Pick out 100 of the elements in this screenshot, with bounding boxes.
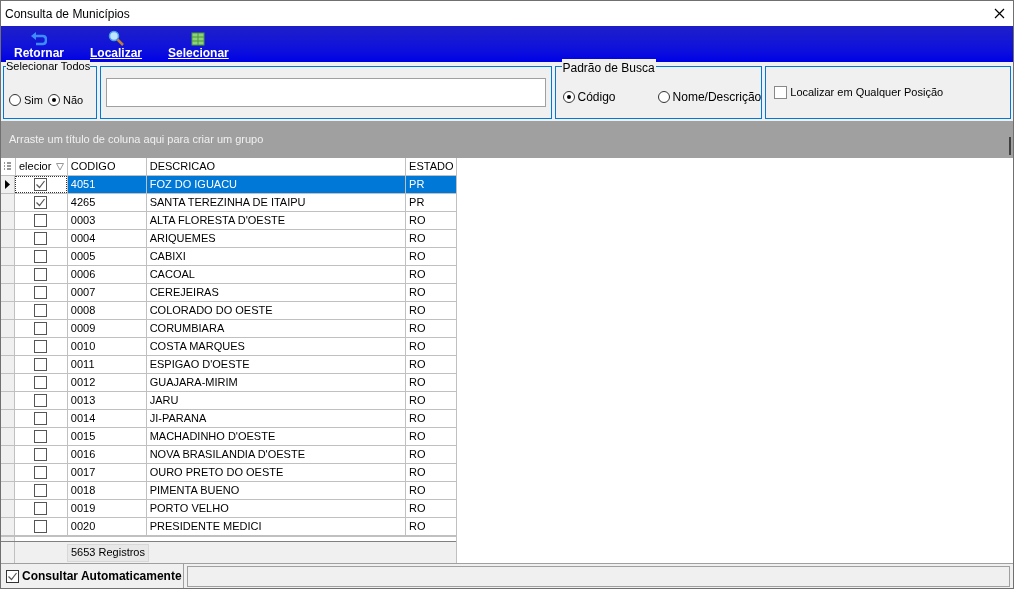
table-cell: 0005: [66, 248, 146, 265]
radio-option[interactable]: Nome/Descrição: [657, 88, 762, 106]
table-cell: RO: [405, 410, 456, 427]
checkbox[interactable]: [6, 569, 19, 583]
table-row[interactable]: 0015 MACHADINHO D'OESTE RO: [1, 428, 456, 446]
table-cell: RO: [405, 212, 456, 229]
table-cell: ESPIGAO D'OESTE: [145, 356, 406, 373]
column-header[interactable]: elecior: [14, 158, 67, 175]
checkbox[interactable]: [34, 394, 48, 407]
table-row[interactable]: 4051 FOZ DO IGUACU PR: [1, 176, 456, 194]
checkbox[interactable]: [34, 268, 48, 281]
table-cell: RO: [405, 446, 456, 463]
table-cell: JI-PARANA: [145, 410, 406, 427]
table-cell: 0006: [66, 266, 146, 283]
checkbox[interactable]: [34, 178, 48, 191]
table-row[interactable]: 0010 COSTA MARQUES RO: [1, 338, 456, 356]
table-cell: RO: [405, 374, 456, 391]
table-row[interactable]: 0008 COLORADO DO OESTE RO: [1, 302, 456, 320]
checkbox[interactable]: [774, 86, 788, 99]
checkbox[interactable]: [34, 304, 48, 317]
checkbox[interactable]: [34, 232, 48, 245]
checkbox[interactable]: [34, 322, 48, 335]
toolbar-button[interactable]: Retornar: [13, 30, 65, 60]
checkbox[interactable]: [34, 358, 48, 371]
table-cell: 0020: [66, 518, 146, 535]
checkbox[interactable]: [34, 412, 48, 425]
table-cell: CABIXI: [145, 248, 406, 265]
table-cell: PORTO VELHO: [145, 500, 406, 517]
radio-option[interactable]: Não: [47, 91, 84, 108]
record-count: 5653 Registros: [67, 543, 149, 562]
checkbox[interactable]: [34, 448, 48, 461]
table-cell: 0016: [66, 446, 146, 463]
radio-button[interactable]: [9, 93, 21, 106]
grid-icon: [191, 32, 206, 46]
checkbox[interactable]: [34, 340, 48, 353]
column-chooser-icon[interactable]: [4, 162, 12, 171]
radio-option[interactable]: Sim: [9, 91, 43, 108]
checkbox[interactable]: [34, 466, 48, 479]
table-row[interactable]: 0011 ESPIGAO D'OESTE RO: [1, 356, 456, 374]
table-cell: SANTA TEREZINHA DE ITAIPU: [145, 194, 406, 211]
table-row[interactable]: 0006 CACOAL RO: [1, 266, 456, 284]
table-cell: 0008: [66, 302, 146, 319]
table-row[interactable]: 4265 SANTA TEREZINHA DE ITAIPU PR: [1, 194, 456, 212]
table-cell: OURO PRETO DO OESTE: [145, 464, 406, 481]
table-cell: 0015: [66, 428, 146, 445]
table-row[interactable]: 0009 CORUMBIARA RO: [1, 320, 456, 338]
table-cell: RO: [405, 230, 456, 247]
table-row[interactable]: 0014 JI-PARANA RO: [1, 410, 456, 428]
table-cell: RO: [405, 500, 456, 517]
table-cell: CORUMBIARA: [145, 320, 406, 337]
table-cell: 0010: [66, 338, 146, 355]
table-cell: RO: [405, 284, 456, 301]
table-cell: RO: [405, 248, 456, 265]
table-cell: JARU: [145, 392, 406, 409]
checkbox[interactable]: [34, 376, 48, 389]
checkbox[interactable]: [34, 250, 48, 263]
table-row[interactable]: 0017 OURO PRETO DO OESTE RO: [1, 464, 456, 482]
radio-option[interactable]: Código: [562, 88, 616, 106]
table-row[interactable]: 0005 CABIXI RO: [1, 248, 456, 266]
table-row[interactable]: 0003 ALTA FLORESTA D'OESTE RO: [1, 212, 456, 230]
checkbox[interactable]: [34, 214, 48, 227]
checkbox[interactable]: [34, 196, 48, 209]
toolbar-button[interactable]: Localizar: [89, 30, 144, 60]
checkbox[interactable]: [34, 484, 48, 497]
table-cell: RO: [405, 518, 456, 535]
table-row[interactable]: 0004 ARIQUEMES RO: [1, 230, 456, 248]
checkbox[interactable]: [34, 286, 48, 299]
column-header[interactable]: CODIGO: [66, 158, 146, 175]
radio-button[interactable]: [562, 91, 575, 103]
table-row[interactable]: 0018 PIMENTA BUENO RO: [1, 482, 456, 500]
any-position-checkbox[interactable]: Localizar em Qualquer Posição: [774, 84, 944, 101]
table-cell: RO: [405, 338, 456, 355]
table-row[interactable]: 0020 PRESIDENTE MEDICI RO: [1, 518, 456, 536]
checkbox[interactable]: [34, 430, 48, 443]
checkbox[interactable]: [34, 502, 48, 515]
search-field[interactable]: [106, 78, 546, 107]
filter-icon[interactable]: [55, 162, 64, 171]
checkbox[interactable]: [34, 520, 48, 533]
column-header[interactable]: ESTADO: [405, 158, 456, 175]
table-row[interactable]: 0016 NOVA BRASILANDIA D'OESTE RO: [1, 446, 456, 464]
table-row[interactable]: 0013 JARU RO: [1, 392, 456, 410]
table-cell: COLORADO DO OESTE: [145, 302, 406, 319]
toolbar-button[interactable]: Selecionar: [167, 30, 230, 60]
table-cell: FOZ DO IGUACU: [145, 176, 406, 193]
table-cell: 0013: [66, 392, 146, 409]
radio-button[interactable]: [47, 93, 60, 106]
table-cell: RO: [405, 464, 456, 481]
column-header[interactable]: DESCRICAO: [145, 158, 406, 175]
table-row[interactable]: 0019 PORTO VELHO RO: [1, 500, 456, 518]
table-row[interactable]: 0007 CEREJEIRAS RO: [1, 284, 456, 302]
radio-button[interactable]: [657, 91, 670, 103]
close-icon[interactable]: [994, 8, 1005, 19]
table-cell: 0014: [66, 410, 146, 427]
auto-query-checkbox[interactable]: Consultar Automaticamente: [1, 564, 184, 588]
scrollbar-grip[interactable]: [1009, 136, 1011, 155]
table-cell: 0011: [66, 356, 146, 373]
table-cell: RO: [405, 302, 456, 319]
table-cell: RO: [405, 266, 456, 283]
table-cell: 0007: [66, 284, 146, 301]
table-row[interactable]: 0012 GUAJARA-MIRIM RO: [1, 374, 456, 392]
